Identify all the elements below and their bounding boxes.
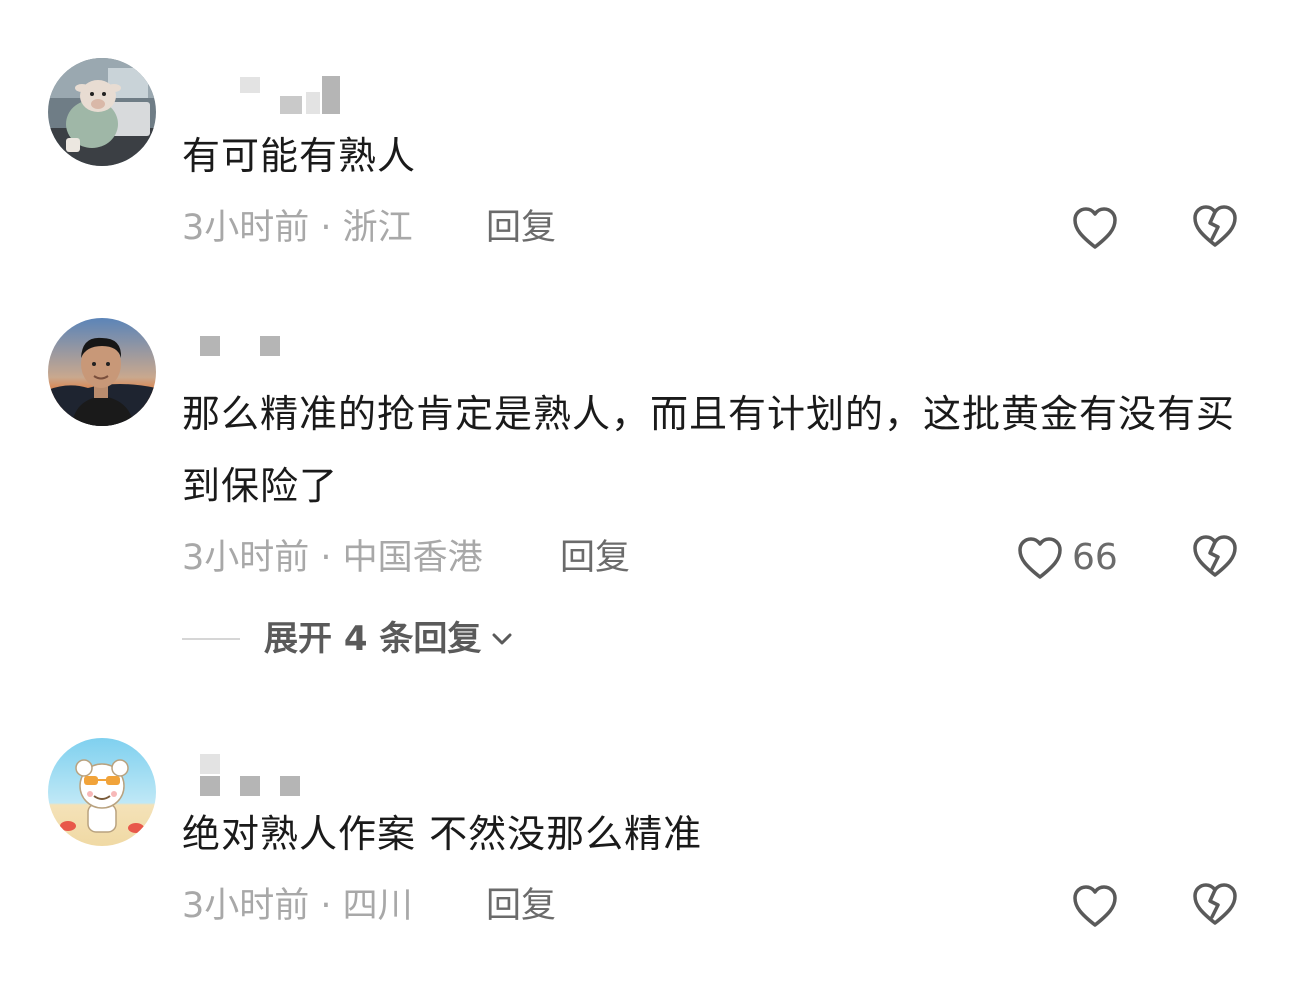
expand-replies-button[interactable]: 展开 4 条回复 bbox=[182, 614, 515, 664]
comment-text: 有可能有熟人 bbox=[182, 134, 417, 178]
dislike-button[interactable] bbox=[1191, 881, 1241, 931]
comment-meta: 3小时前 · 中国香港 bbox=[182, 538, 483, 578]
comment-item: 绝对熟人作案 不然没那么精准 3小时前 · 四川 回复 bbox=[0, 720, 1290, 983]
like-count: 66 bbox=[1072, 537, 1118, 578]
broken-heart-icon bbox=[1193, 205, 1237, 247]
avatar[interactable] bbox=[48, 738, 156, 846]
heart-outline-icon bbox=[1073, 885, 1117, 927]
username-blurred[interactable] bbox=[182, 330, 382, 370]
dislike-button[interactable] bbox=[1191, 203, 1241, 253]
expand-replies-label: 展开 4 条回复 bbox=[264, 619, 482, 659]
like-button[interactable] bbox=[1071, 203, 1119, 253]
reply-button[interactable]: 回复 bbox=[486, 884, 556, 928]
comment-text: 那么精准的抢肯定是熟人，而且有计划的，这批黄金有没有买到保险了 bbox=[182, 392, 1236, 508]
reply-button[interactable]: 回复 bbox=[560, 536, 630, 580]
username-blurred[interactable] bbox=[182, 72, 382, 114]
comment-text: 绝对熟人作案 不然没那么精准 bbox=[182, 812, 703, 856]
heart-outline-icon bbox=[1073, 207, 1117, 249]
comment-meta: 3小时前 · 四川 bbox=[182, 886, 413, 926]
divider bbox=[182, 638, 240, 640]
heart-outline-icon bbox=[1018, 537, 1062, 579]
comment-meta: 3小时前 · 浙江 bbox=[182, 208, 413, 248]
like-button[interactable]: 66 bbox=[1016, 533, 1118, 583]
comment-list: 有可能有熟人 3小时前 · 浙江 回复 那么精准的抢肯定是熟人，而且有计划的，这… bbox=[0, 0, 1290, 983]
broken-heart-icon bbox=[1193, 535, 1237, 577]
dislike-button[interactable] bbox=[1191, 533, 1241, 583]
username-blurred[interactable] bbox=[182, 750, 382, 796]
comment-item: 那么精准的抢肯定是熟人，而且有计划的，这批黄金有没有买到保险了 3小时前 · 中… bbox=[0, 300, 1290, 680]
comment-item: 有可能有熟人 3小时前 · 浙江 回复 bbox=[0, 0, 1290, 280]
broken-heart-icon bbox=[1193, 883, 1237, 925]
chevron-down-icon bbox=[492, 633, 512, 645]
reply-button[interactable]: 回复 bbox=[486, 206, 556, 250]
like-button[interactable] bbox=[1071, 881, 1119, 931]
avatar[interactable] bbox=[48, 58, 156, 166]
avatar[interactable] bbox=[48, 318, 156, 426]
